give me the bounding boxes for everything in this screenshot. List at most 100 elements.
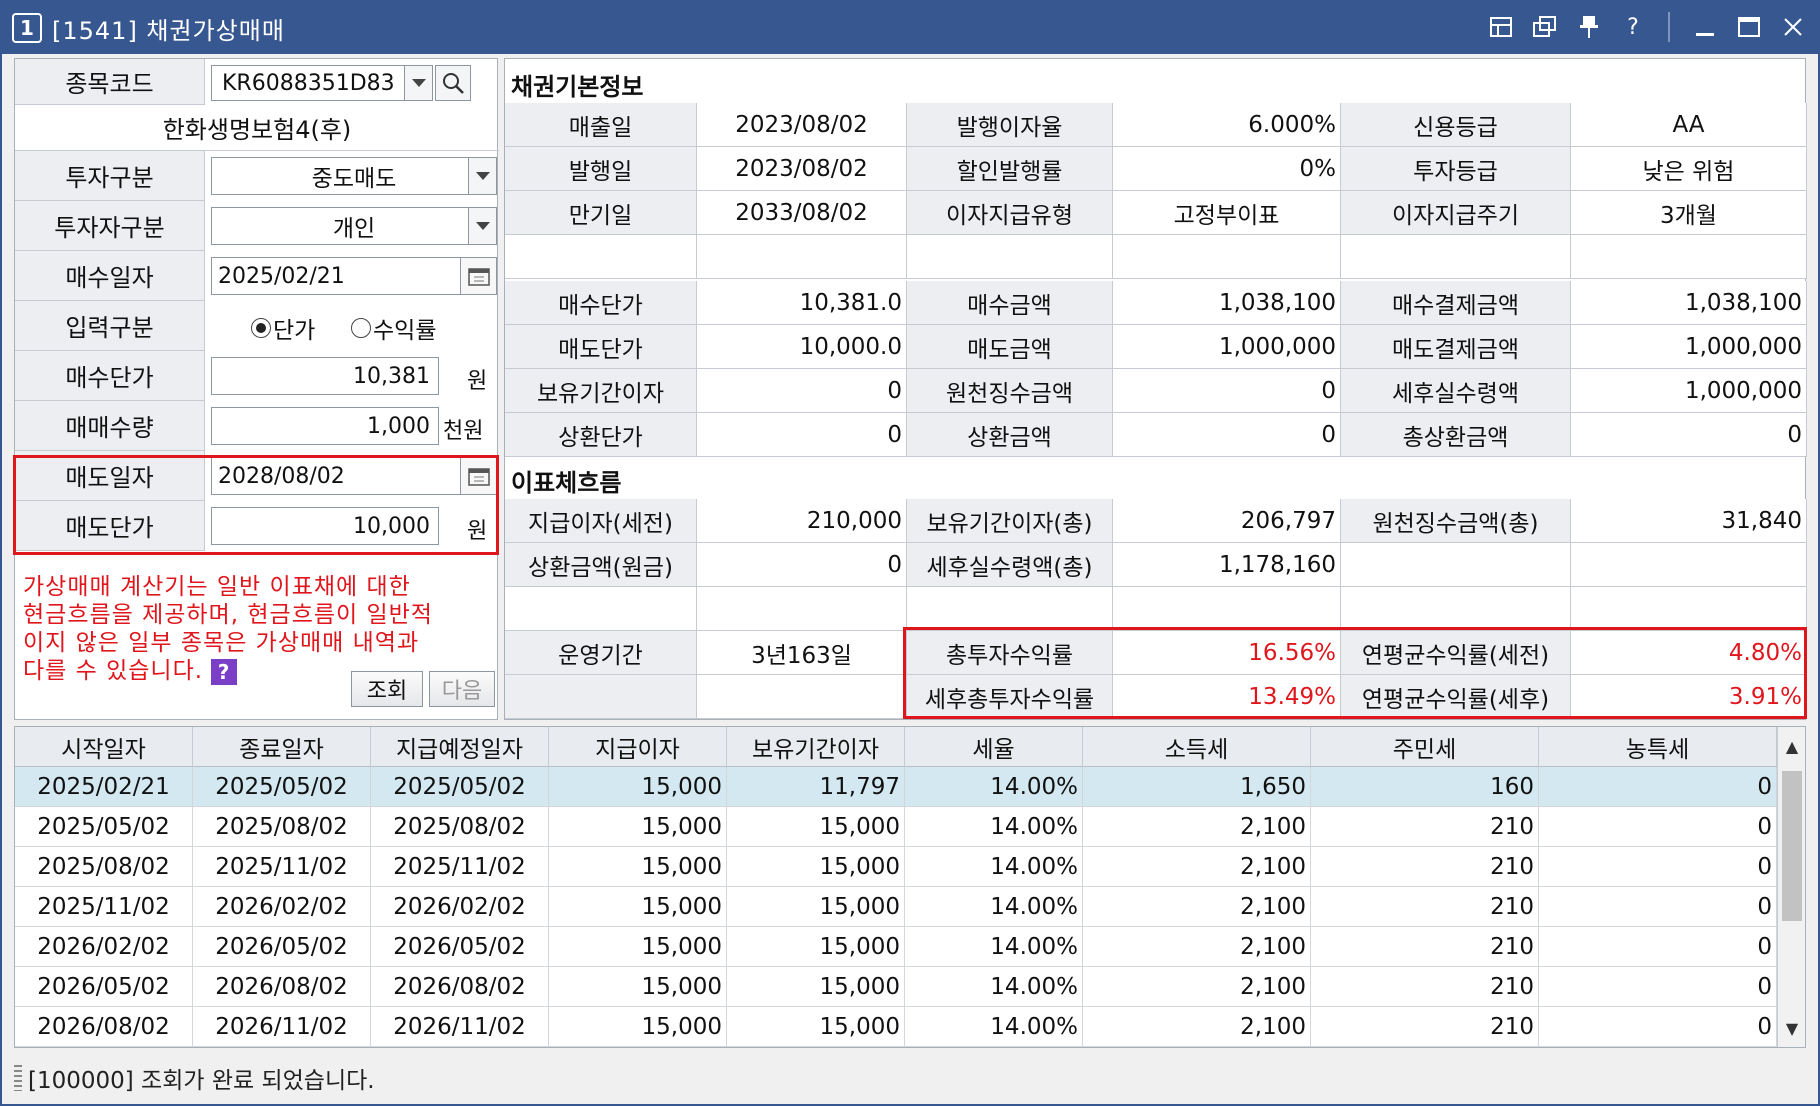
vertical-scrollbar[interactable]: ▲ ▼ (1777, 727, 1805, 1047)
info-value: 1,038,100 (1113, 281, 1341, 325)
code-input[interactable]: KR6088351D83 (211, 65, 433, 101)
table-cell: 15,000 (549, 807, 727, 847)
scroll-thumb[interactable] (1782, 771, 1802, 921)
query-button[interactable]: 조회 (351, 671, 423, 707)
table-cell: 14.00% (905, 927, 1083, 967)
coupon-schedule-table: 시작일자 종료일자 지급예정일자 지급이자 보유기간이자 세율 소득세 주민세 농특세 2025… (14, 726, 1806, 1048)
table-cell: 0 (1539, 847, 1777, 887)
minimize-icon[interactable] (1690, 10, 1720, 44)
table-cell: 0 (1539, 927, 1777, 967)
next-button[interactable]: 다음 (429, 671, 495, 707)
spacer-cell (1113, 235, 1341, 279)
period-value: 3년163일 (697, 631, 907, 675)
layout-icon[interactable] (1486, 10, 1516, 44)
radio-yield[interactable]: 수익률 (351, 311, 436, 345)
table-cell: 14.00% (905, 967, 1083, 1007)
info-label: 상환단가 (505, 413, 697, 457)
spacer-cell (505, 675, 697, 719)
buy-date-value: 2025/02/21 (218, 263, 345, 289)
chevron-down-icon[interactable] (468, 208, 496, 244)
buy-date-input[interactable]: 2025/02/21 (211, 257, 497, 295)
quantity-value: 1,000 (367, 413, 430, 439)
table-cell: 2026/08/02 (371, 967, 549, 1007)
help-icon[interactable]: ? (1618, 10, 1648, 44)
quantity-unit: 천원 (443, 419, 484, 444)
table-cell: 14.00% (905, 887, 1083, 927)
table-cell: 2,100 (1083, 847, 1311, 887)
column-header[interactable]: 지급이자 (549, 727, 727, 767)
table-cell: 2025/05/02 (371, 767, 549, 807)
info-value: 0 (697, 543, 907, 587)
radio-selected-icon[interactable] (251, 318, 271, 338)
info-label: 신용등급 (1341, 103, 1571, 147)
table-cell: 15,000 (549, 927, 727, 967)
info-label: 투자등급 (1341, 147, 1571, 191)
table-cell: 2025/05/02 (15, 807, 193, 847)
column-header[interactable]: 종료일자 (193, 727, 371, 767)
help-icon[interactable]: ? (211, 658, 238, 685)
input-type-label: 입력구분 (15, 301, 205, 351)
chevron-down-icon[interactable] (468, 158, 496, 194)
table-cell: 2026/05/02 (193, 927, 371, 967)
info-value: 10,000.0 (697, 325, 907, 369)
title-bar: 1 [1541] 채권가상매매 ? (2, 2, 1818, 54)
table-cell: 14.00% (905, 847, 1083, 887)
column-header[interactable]: 보유기간이자 (727, 727, 905, 767)
buy-price-input[interactable]: 10,381 (211, 357, 439, 395)
status-message: [100000] 조회가 완료 되었습니다. (28, 1068, 375, 1094)
column-header[interactable]: 소득세 (1083, 727, 1311, 767)
radio-unselected-icon[interactable] (351, 318, 371, 338)
info-value: 210,000 (697, 499, 907, 543)
cascade-windows-icon[interactable] (1530, 10, 1560, 44)
calendar-icon[interactable] (460, 258, 496, 294)
window-number-badge[interactable]: 1 (12, 13, 42, 43)
scroll-up-icon[interactable]: ▲ (1778, 731, 1805, 761)
radio-price[interactable]: 단가 (251, 311, 315, 345)
quantity-input[interactable]: 1,000 (211, 407, 439, 445)
search-icon[interactable] (435, 65, 471, 101)
table-cell: 210 (1311, 967, 1539, 1007)
maximize-icon[interactable] (1734, 10, 1764, 44)
close-icon[interactable] (1778, 10, 1808, 44)
scroll-down-icon[interactable]: ▼ (1778, 1013, 1805, 1043)
invest-type-select[interactable]: 중도매도 (211, 157, 497, 195)
table-cell: 15,000 (549, 887, 727, 927)
radio-yield-label: 수익률 (373, 318, 437, 344)
info-value: 1,178,160 (1113, 543, 1341, 587)
info-value: 고정부이표 (1113, 191, 1341, 235)
table-cell: 2,100 (1083, 807, 1311, 847)
table-cell: 0 (1539, 807, 1777, 847)
info-value: 낮은 위험 (1571, 147, 1807, 191)
column-header[interactable]: 주민세 (1311, 727, 1539, 767)
table-cell: 2026/05/02 (371, 927, 549, 967)
spacer-cell (697, 235, 907, 279)
info-value: 3개월 (1571, 191, 1807, 235)
app-window: 1 [1541] 채권가상매매 ? 종목코드 KR6088351D83 한화생명… (0, 0, 1820, 1106)
table-cell: 210 (1311, 847, 1539, 887)
table-cell: 15,000 (727, 887, 905, 927)
investor-type-select[interactable]: 개인 (211, 207, 497, 245)
table-cell: 2026/11/02 (371, 1007, 549, 1047)
info-label (1341, 543, 1571, 587)
column-header[interactable]: 지급예정일자 (371, 727, 549, 767)
column-header[interactable]: 세율 (905, 727, 1083, 767)
table-cell: 11,797 (727, 767, 905, 807)
radio-price-label: 단가 (273, 318, 316, 344)
table-cell: 210 (1311, 887, 1539, 927)
notice-text: 가상매매 계산기는 일반 이표채에 대한 현금흐름을 제공하며, 현금흐름이 일… (23, 573, 493, 685)
table-cell: 210 (1311, 1007, 1539, 1047)
period-label: 운영기간 (505, 631, 697, 675)
pin-icon[interactable] (1574, 10, 1604, 44)
column-header[interactable]: 시작일자 (15, 727, 193, 767)
table-cell: 15,000 (727, 807, 905, 847)
table-cell: 2,100 (1083, 887, 1311, 927)
bond-info-panel: 채권기본정보 매출일 2023/08/02 발행이자율 6.000% 신용등급 AA 발행일… (504, 58, 1807, 720)
table-cell: 2026/08/02 (193, 967, 371, 1007)
code-dropdown-button[interactable] (404, 66, 432, 100)
column-header[interactable]: 농특세 (1539, 727, 1777, 767)
info-label: 원천징수금액(총) (1341, 499, 1571, 543)
status-bar: [100000] 조회가 완료 되었습니다. (14, 1056, 1806, 1100)
info-value: 0% (1113, 147, 1341, 191)
info-label: 총상환금액 (1341, 413, 1571, 457)
table-cell: 2,100 (1083, 1007, 1311, 1047)
